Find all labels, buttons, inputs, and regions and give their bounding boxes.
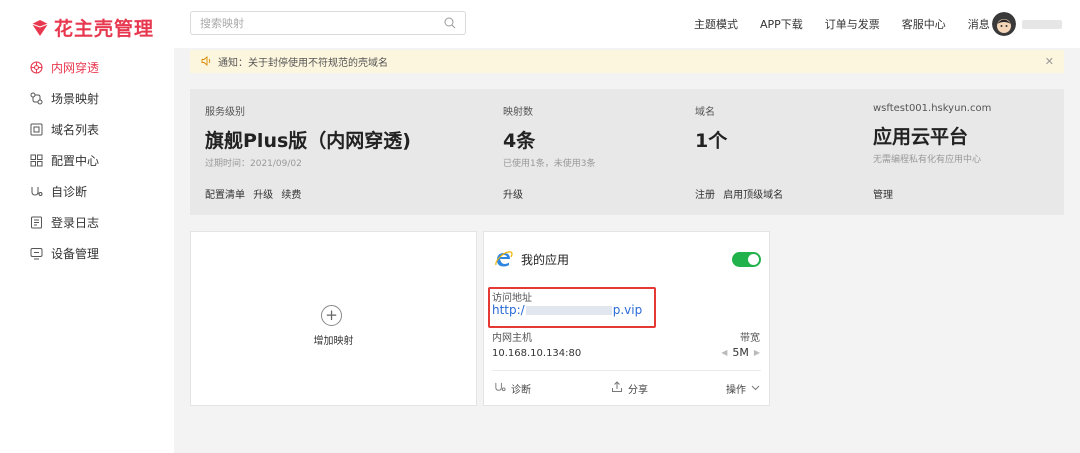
mapping-count-label: 映射数 xyxy=(503,107,533,118)
sidebar-item-self-diagnose[interactable]: 自诊断 xyxy=(0,176,174,207)
mapping-enabled-toggle[interactable] xyxy=(732,252,761,267)
cloud-platform-value: 应用云平台 xyxy=(873,126,969,148)
sidebar-item-config-center[interactable]: 配置中心 xyxy=(0,145,174,176)
cloud-account-label: wsftest001.hskyun.com xyxy=(873,103,992,114)
logo[interactable]: 花主壳管理 xyxy=(30,14,154,41)
enable-top-domain-link[interactable]: 启用顶级域名 xyxy=(723,190,783,201)
bandwidth-label: 带宽 xyxy=(740,333,760,344)
sidebar-item-label: 内网穿透 xyxy=(51,61,100,75)
search-input[interactable] xyxy=(191,12,431,34)
service-level-label: 服务级别 xyxy=(205,107,245,118)
diagnose-icon xyxy=(494,381,506,396)
access-address-label: 访问地址 xyxy=(492,293,532,304)
domain-actions: 注册 启用顶级域名 xyxy=(695,186,783,201)
customer-service-link[interactable]: 客服中心 xyxy=(902,16,946,32)
add-mapping-label: 增加映射 xyxy=(313,336,354,347)
username-redacted[interactable] xyxy=(1022,20,1062,29)
register-domain-link[interactable]: 注册 xyxy=(695,190,715,201)
sidebar-nav: 内网穿透 场景映射 域名列表 配置中心 自诊断 登录日志 设备管理 xyxy=(0,52,174,269)
sidebar-item-intranet[interactable]: 内网穿透 xyxy=(0,52,174,83)
address-redacted xyxy=(525,306,612,315)
notice-text[interactable]: 通知：关于封停使用不符规范的壳域名 xyxy=(218,54,388,69)
address-suffix: p.vip xyxy=(612,303,643,317)
theme-mode-link[interactable]: 主题模式 xyxy=(694,16,738,32)
cloud-actions: 管理 xyxy=(873,186,893,201)
mapping-usage: 已使用1条，未使用3条 xyxy=(503,159,596,169)
grid-icon xyxy=(30,154,43,167)
device-icon xyxy=(30,247,43,260)
messages-link[interactable]: 消息 xyxy=(968,16,990,32)
share-label: 分享 xyxy=(628,385,648,396)
operations-dropdown[interactable]: 操作 xyxy=(726,381,760,396)
domain-column: 域名 1个 xyxy=(695,103,727,153)
internet-explorer-icon xyxy=(494,249,514,272)
mapping-count-column: 映射数 4条 已使用1条，未使用3条 xyxy=(503,103,595,169)
top-bar: 主题模式 APP下载 订单与发票 客服中心 消息 xyxy=(174,0,1080,48)
cloud-column: wsftest001.hskyun.com 应用云平台 无需编程私有化有应用中心 xyxy=(873,103,991,165)
sidebar-item-device-management[interactable]: 设备管理 xyxy=(0,238,174,269)
sidebar-item-label: 登录日志 xyxy=(51,216,100,230)
mapping-count-value: 4条 xyxy=(503,130,536,152)
chevron-down-icon xyxy=(751,383,760,394)
service-actions: 配置清单 升级 续费 xyxy=(205,186,301,201)
diagnose-icon xyxy=(30,185,43,198)
divider xyxy=(492,370,761,371)
share-button[interactable]: 分享 xyxy=(611,381,648,396)
sidebar: 花主壳管理 内网穿透 场景映射 域名列表 配置中心 自诊断 登录日志 设备管理 xyxy=(0,0,174,453)
app-title: 我的应用 xyxy=(521,253,570,267)
decrease-arrow-icon[interactable]: ◀ xyxy=(721,348,727,357)
share-icon xyxy=(611,381,623,396)
sidebar-item-label: 自诊断 xyxy=(51,185,88,199)
operations-label: 操作 xyxy=(726,385,746,396)
config-list-link[interactable]: 配置清单 xyxy=(205,190,245,201)
sidebar-item-scene-mapping[interactable]: 场景映射 xyxy=(0,83,174,114)
network-icon xyxy=(30,61,43,74)
address-prefix: http:/ xyxy=(492,303,525,317)
increase-arrow-icon[interactable]: ▶ xyxy=(754,348,760,357)
brand-name: 花主壳管理 xyxy=(54,18,155,40)
upgrade-link[interactable]: 升级 xyxy=(253,190,273,201)
intranet-host-label: 内网主机 xyxy=(492,333,532,344)
summary-panel: 服务级别 旗舰Plus版（内网穿透) 过期时间：2021/09/02 配置清单 … xyxy=(190,89,1064,215)
bandwidth-stepper: ◀ 5M ▶ xyxy=(721,346,760,359)
app-download-link[interactable]: APP下载 xyxy=(760,16,803,32)
mapping-actions: 升级 xyxy=(503,186,523,201)
domain-label: 域名 xyxy=(695,107,715,118)
manage-link[interactable]: 管理 xyxy=(873,190,893,201)
cloud-description: 无需编程私有化有应用中心 xyxy=(873,155,982,165)
domain-icon xyxy=(30,123,43,136)
sidebar-item-label: 设备管理 xyxy=(51,247,100,261)
service-level-value: 旗舰Plus版（内网穿透) xyxy=(205,130,411,152)
search-icon[interactable] xyxy=(444,17,456,32)
bandwidth-value: 5M xyxy=(732,346,749,359)
notice-bar: 通知：关于封停使用不符规范的壳域名 ✕ xyxy=(190,50,1064,73)
toggle-knob xyxy=(748,254,759,265)
top-links: 主题模式 APP下载 订单与发票 客服中心 消息 xyxy=(694,0,990,48)
sidebar-item-login-log[interactable]: 登录日志 xyxy=(0,207,174,238)
brand-logo-icon xyxy=(31,19,49,36)
avatar[interactable] xyxy=(992,12,1016,36)
renew-link[interactable]: 续费 xyxy=(281,190,301,201)
diagnose-button[interactable]: 诊断 xyxy=(494,381,531,396)
access-address-link[interactable]: http:/ p.vip xyxy=(492,303,642,317)
domain-count-value: 1个 xyxy=(695,130,728,152)
add-mapping-card[interactable]: + 增加映射 xyxy=(190,231,477,406)
close-icon[interactable]: ✕ xyxy=(1045,55,1054,68)
sidebar-item-label: 配置中心 xyxy=(51,154,100,168)
search-box xyxy=(190,11,466,35)
sidebar-item-domain-list[interactable]: 域名列表 xyxy=(0,114,174,145)
sidebar-item-label: 域名列表 xyxy=(51,123,100,137)
mapping-card: 我的应用 访问地址 http:/ p.vip 内网主机 10.168.10.134… xyxy=(483,231,770,406)
scene-icon xyxy=(30,92,43,105)
sidebar-item-label: 场景映射 xyxy=(51,92,100,106)
intranet-host-value: 10.168.10.134:80 xyxy=(492,348,582,359)
speaker-icon xyxy=(201,55,212,69)
expiry-date: 过期时间：2021/09/02 xyxy=(205,159,302,169)
orders-invoices-link[interactable]: 订单与发票 xyxy=(825,16,880,32)
service-level-column: 服务级别 旗舰Plus版（内网穿透) 过期时间：2021/09/02 xyxy=(205,103,411,169)
log-icon xyxy=(30,216,43,229)
diagnose-label: 诊断 xyxy=(511,385,531,396)
mapping-upgrade-link[interactable]: 升级 xyxy=(503,190,523,201)
plus-icon: + xyxy=(321,305,342,326)
